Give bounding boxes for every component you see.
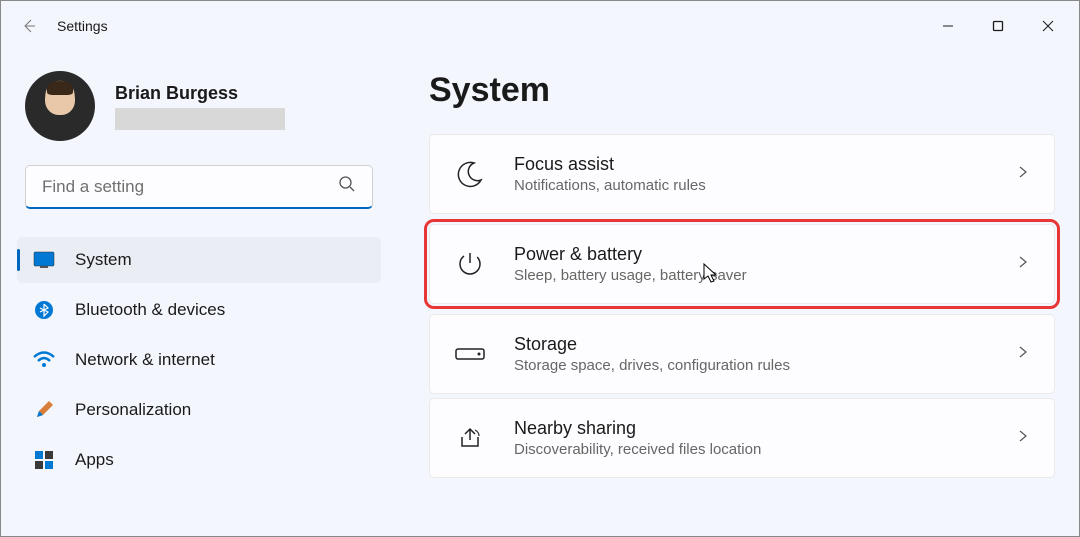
back-button[interactable] bbox=[9, 6, 49, 46]
share-icon bbox=[454, 422, 486, 454]
chevron-right-icon bbox=[1016, 165, 1030, 184]
profile-email-redacted bbox=[115, 108, 285, 130]
power-icon bbox=[454, 248, 486, 280]
sidebar-item-apps[interactable]: Apps bbox=[17, 437, 381, 483]
setting-title: Power & battery bbox=[514, 244, 988, 265]
profile-name: Brian Burgess bbox=[115, 83, 285, 104]
setting-card-focus-assist[interactable]: Focus assist Notifications, automatic ru… bbox=[429, 134, 1055, 214]
sidebar-item-personalization[interactable]: Personalization bbox=[17, 387, 381, 433]
setting-card-power-battery[interactable]: Power & battery Sleep, battery usage, ba… bbox=[429, 224, 1055, 304]
setting-text: Power & battery Sleep, battery usage, ba… bbox=[514, 244, 988, 284]
setting-desc: Notifications, automatic rules bbox=[514, 177, 988, 194]
search-container bbox=[25, 165, 373, 209]
back-arrow-icon bbox=[21, 18, 37, 34]
search-box[interactable] bbox=[25, 165, 373, 209]
sidebar-item-network[interactable]: Network & internet bbox=[17, 337, 381, 383]
apps-icon bbox=[33, 449, 55, 471]
system-icon bbox=[33, 249, 55, 271]
setting-desc: Discoverability, received files location bbox=[514, 441, 988, 458]
chevron-right-icon bbox=[1016, 255, 1030, 274]
storage-icon bbox=[454, 338, 486, 370]
sidebar-item-label: Bluetooth & devices bbox=[75, 300, 225, 320]
main-content: System Focus assist Notifications, autom… bbox=[389, 51, 1071, 528]
sidebar-item-system[interactable]: System bbox=[17, 237, 381, 283]
close-button[interactable] bbox=[1025, 10, 1071, 42]
sidebar-item-label: Apps bbox=[75, 450, 114, 470]
app-title: Settings bbox=[57, 18, 108, 34]
chevron-right-icon bbox=[1016, 345, 1030, 364]
search-input[interactable] bbox=[42, 177, 338, 197]
search-icon bbox=[338, 175, 356, 198]
titlebar: Settings bbox=[1, 1, 1079, 51]
setting-title: Focus assist bbox=[514, 154, 988, 175]
nav-list: System Bluetooth & devices Network & int… bbox=[17, 237, 381, 483]
setting-title: Nearby sharing bbox=[514, 418, 988, 439]
profile-text: Brian Burgess bbox=[115, 83, 285, 130]
sidebar-item-label: Personalization bbox=[75, 400, 191, 420]
sidebar: Brian Burgess System bbox=[9, 51, 389, 528]
close-icon bbox=[1042, 20, 1054, 32]
setting-text: Focus assist Notifications, automatic ru… bbox=[514, 154, 988, 194]
maximize-icon bbox=[992, 20, 1004, 32]
moon-icon bbox=[454, 158, 486, 190]
setting-desc: Sleep, battery usage, battery saver bbox=[514, 267, 988, 284]
page-title: System bbox=[429, 71, 1055, 110]
maximize-button[interactable] bbox=[975, 10, 1021, 42]
minimize-button[interactable] bbox=[925, 10, 971, 42]
avatar bbox=[25, 71, 95, 141]
setting-title: Storage bbox=[514, 334, 988, 355]
paintbrush-icon bbox=[33, 399, 55, 421]
sidebar-item-label: System bbox=[75, 250, 132, 270]
chevron-right-icon bbox=[1016, 429, 1030, 448]
profile[interactable]: Brian Burgess bbox=[25, 71, 381, 141]
window-controls bbox=[925, 10, 1071, 42]
setting-text: Nearby sharing Discoverability, received… bbox=[514, 418, 988, 458]
wifi-icon bbox=[33, 349, 55, 371]
settings-list: Focus assist Notifications, automatic ru… bbox=[429, 134, 1055, 478]
sidebar-item-bluetooth[interactable]: Bluetooth & devices bbox=[17, 287, 381, 333]
sidebar-item-label: Network & internet bbox=[75, 350, 215, 370]
bluetooth-icon bbox=[33, 299, 55, 321]
setting-card-nearby-sharing[interactable]: Nearby sharing Discoverability, received… bbox=[429, 398, 1055, 478]
setting-text: Storage Storage space, drives, configura… bbox=[514, 334, 988, 374]
minimize-icon bbox=[942, 20, 954, 32]
setting-desc: Storage space, drives, configuration rul… bbox=[514, 357, 988, 374]
setting-card-storage[interactable]: Storage Storage space, drives, configura… bbox=[429, 314, 1055, 394]
